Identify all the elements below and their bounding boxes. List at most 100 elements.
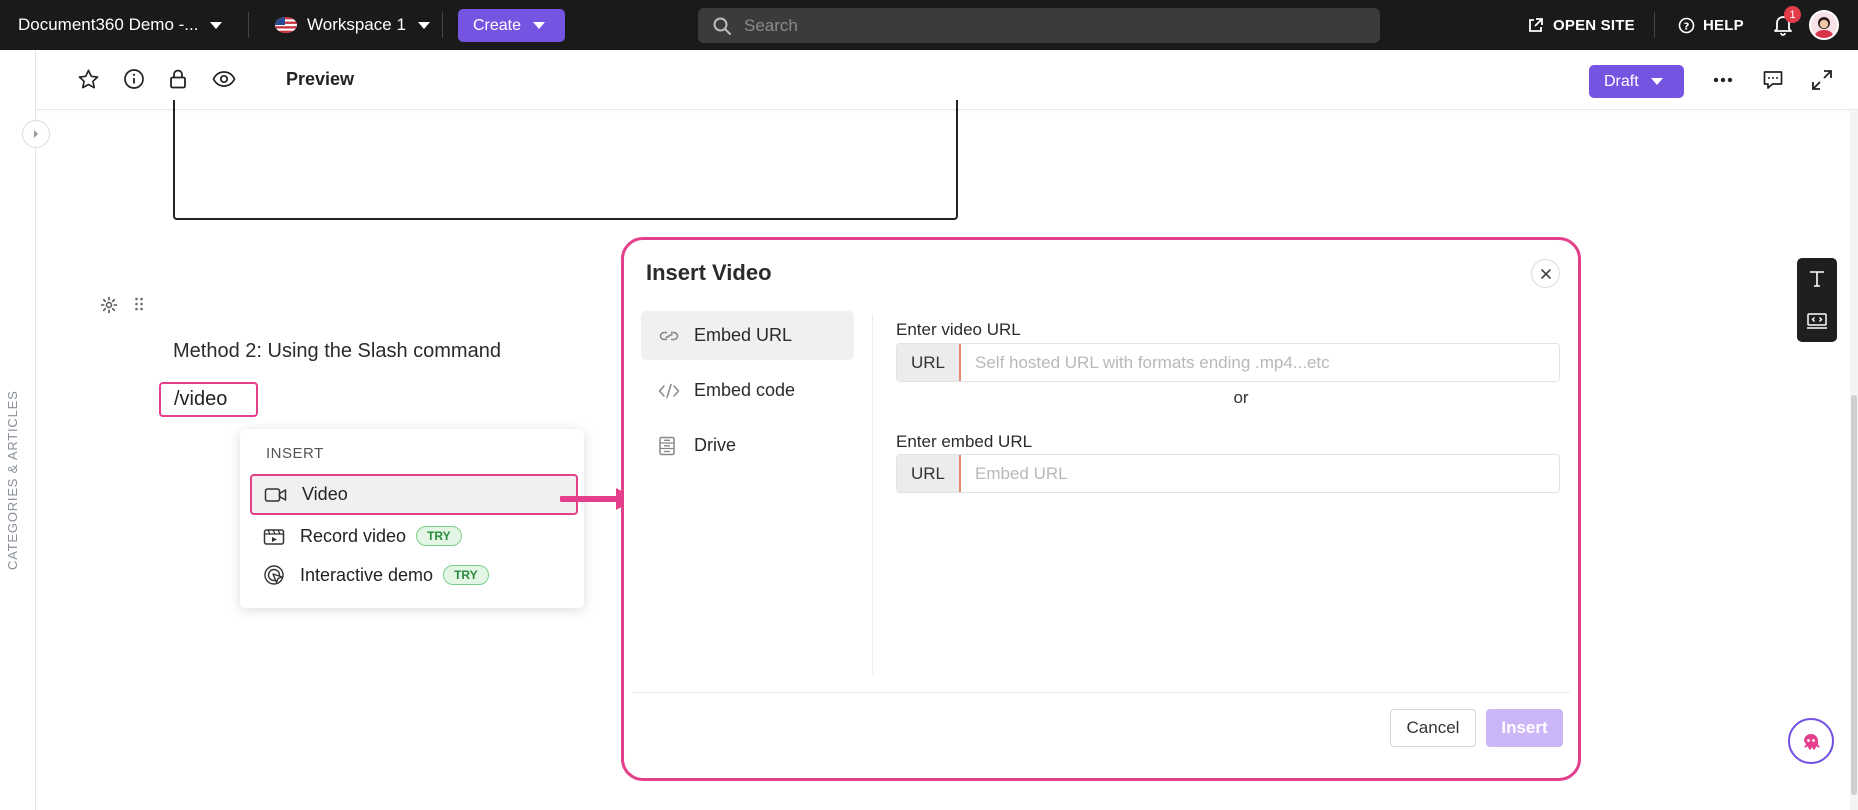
avatar-icon [1811,12,1837,38]
expand-sidebar-button[interactable] [22,120,50,148]
tab-label: Embed URL [694,325,793,345]
favorite-button[interactable] [77,68,100,91]
divider [248,12,249,38]
octopus-bot-icon [1804,734,1820,750]
preview-label[interactable]: Preview [286,69,354,90]
drive-icon [658,436,680,456]
more-horizontal-icon [1713,77,1733,83]
video-camera-icon [264,483,288,507]
project-selector[interactable]: Document360 Demo -... [18,0,223,50]
embed-screen-icon [1807,313,1827,329]
tab-drive[interactable]: Drive [641,421,854,470]
url-prefix: URL [897,455,961,492]
divider [442,12,443,38]
eye-icon [212,71,236,87]
create-button[interactable]: Create [458,9,565,42]
content-block[interactable] [173,100,958,220]
close-dialog-button[interactable] [1531,259,1560,288]
search-bar[interactable] [698,8,1380,43]
slash-command-menu: INSERT Video Record video TRY Interactiv… [240,429,584,608]
info-button[interactable] [123,68,145,90]
help-link[interactable]: ? HELP [1678,0,1744,50]
cancel-button[interactable]: Cancel [1390,709,1476,747]
interactive-demo-icon [262,563,286,587]
chevron-down-icon [417,21,430,29]
assistant-button[interactable] [1788,718,1834,764]
menu-item-interactive-demo[interactable]: Interactive demo TRY [262,557,568,593]
record-video-icon [262,524,286,548]
tab-embed-url[interactable]: Embed URL [641,311,854,360]
insert-video-dialog: Insert Video Embed URL Embed code Drive … [621,237,1581,781]
more-options-button[interactable] [1713,77,1733,83]
open-site-link[interactable]: OPEN SITE [1527,0,1635,50]
workspace-name: Workspace 1 [307,15,406,34]
embed-url-label: Enter embed URL [896,432,1033,451]
menu-item-video[interactable]: Video [250,474,578,515]
drag-handle[interactable] [134,296,144,312]
preview-button[interactable] [212,70,236,88]
url-prefix: URL [897,344,961,381]
link-icon [658,329,680,343]
external-link-icon [1529,17,1543,32]
star-icon [78,69,99,89]
chevron-down-icon [533,22,546,29]
create-label: Create [473,16,522,34]
draft-label: Draft [1604,72,1639,90]
footer-divider [632,692,1570,693]
divider [1654,12,1655,38]
video-url-field[interactable]: URL [896,343,1560,382]
dialog-divider [872,314,873,674]
menu-heading: INSERT [266,445,324,462]
method-heading: Method 2: Using the Slash command [173,340,501,362]
draft-status-button[interactable]: Draft [1589,65,1684,98]
slash-command-input[interactable]: /video [159,382,258,417]
lock-button[interactable] [168,68,188,90]
scrollbar-thumb[interactable] [1851,395,1857,795]
workspace-selector[interactable]: Workspace 1 [275,0,430,50]
project-name: Document360 Demo -... [18,15,199,34]
tab-label: Drive [694,435,737,455]
video-url-input[interactable] [961,344,1559,381]
embed-url-input[interactable] [961,455,1559,492]
lock-icon [170,69,186,89]
menu-item-record-video[interactable]: Record video TRY [262,518,568,554]
notification-badge: 1 [1784,6,1801,23]
format-panel [1797,258,1837,342]
menu-item-label: Interactive demo [300,564,434,585]
slash-command-text: /video [174,388,228,410]
drag-handle-icon [135,297,143,311]
tab-embed-code[interactable]: Embed code [641,366,854,415]
menu-item-label: Video [302,484,348,504]
chevron-right-icon [34,130,38,138]
comments-button[interactable] [1762,69,1784,91]
try-badge: TRY [443,565,489,585]
gear-icon [100,296,118,314]
top-navigation-bar: Document360 Demo -... Workspace 1 Create [0,0,1858,50]
expand-icon [1812,70,1832,90]
block-settings-button[interactable] [100,296,118,314]
text-icon [1810,271,1824,287]
open-site-label: OPEN SITE [1553,16,1635,34]
comment-icon [1763,71,1783,89]
menu-item-label: Record video [300,525,407,546]
video-url-label: Enter video URL [896,320,1021,339]
insert-button[interactable]: Insert [1486,709,1563,747]
user-avatar[interactable] [1809,10,1839,40]
help-label: HELP [1703,16,1744,34]
fullscreen-button[interactable] [1811,69,1833,91]
chevron-down-icon [1650,78,1663,85]
dialog-title: Insert Video [646,260,772,285]
search-input[interactable] [744,15,1344,36]
chevron-down-icon [210,21,223,29]
us-flag-icon [275,17,297,33]
page-scrollbar[interactable] [1850,110,1858,810]
text-format-button[interactable] [1797,258,1837,300]
tab-label: Embed code [694,380,796,400]
close-icon [1540,268,1551,279]
try-badge: TRY [416,526,462,546]
embed-url-field[interactable]: URL [896,454,1560,493]
categories-articles-label[interactable]: CATEGORIES & ARTICLES [5,370,20,570]
embed-panel-button[interactable] [1797,300,1837,342]
code-icon [658,383,680,399]
left-rail: CATEGORIES & ARTICLES [0,50,36,810]
